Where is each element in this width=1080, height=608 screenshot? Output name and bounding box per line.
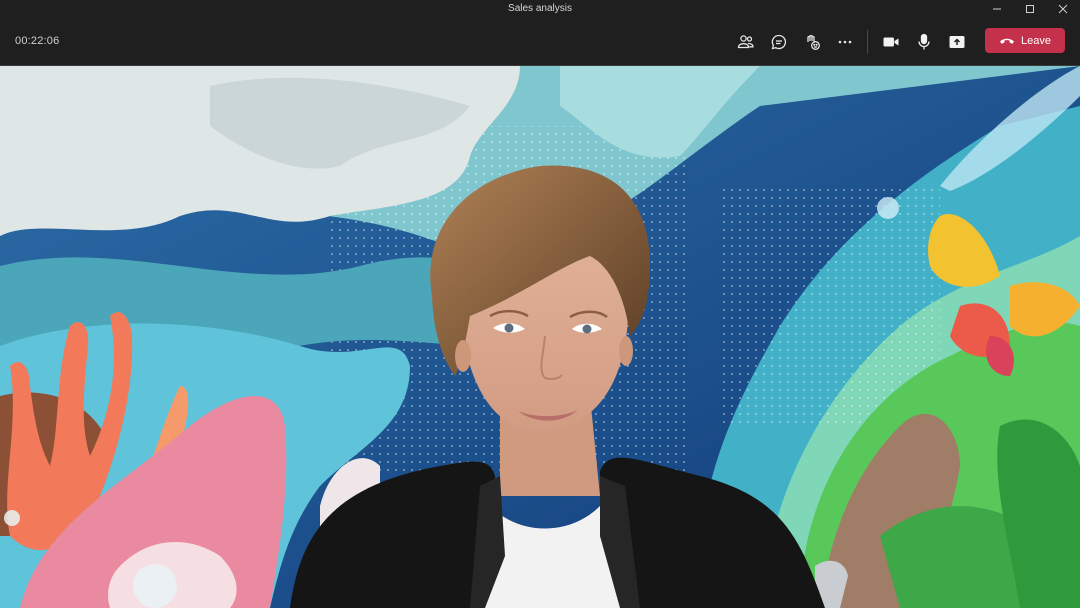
people-button[interactable] — [732, 28, 760, 56]
meeting-toolbar: 00:22:06 Leave — [0, 18, 1080, 66]
leave-label: Leave — [1021, 34, 1051, 47]
reactions-button[interactable] — [798, 28, 826, 56]
title-bar: Sales analysis — [0, 0, 1080, 18]
maximize-icon — [1026, 5, 1034, 13]
minimize-button[interactable] — [980, 0, 1014, 18]
video-stage — [0, 66, 1080, 608]
close-button[interactable] — [1046, 0, 1080, 18]
maximize-button[interactable] — [1013, 0, 1047, 18]
microphone-button[interactable] — [910, 28, 938, 56]
leave-button[interactable]: Leave — [985, 28, 1065, 53]
share-icon — [949, 36, 965, 48]
call-timer: 00:22:06 — [15, 35, 60, 47]
minimize-icon — [993, 8, 1001, 10]
people-icon — [737, 35, 754, 49]
phone-hangup-icon — [1000, 38, 1014, 44]
share-screen-button[interactable] — [943, 28, 971, 56]
toolbar-divider — [867, 30, 868, 54]
more-options-button[interactable] — [831, 28, 859, 56]
chat-button[interactable] — [765, 28, 793, 56]
video-participant — [290, 165, 825, 608]
camera-button[interactable] — [877, 28, 905, 56]
microphone-icon — [918, 33, 930, 50]
camera-icon — [883, 37, 899, 47]
close-icon — [1058, 4, 1068, 14]
reactions-icon — [807, 34, 820, 50]
chat-icon — [771, 34, 787, 50]
more-icon — [838, 40, 852, 44]
window-title: Sales analysis — [508, 3, 572, 14]
